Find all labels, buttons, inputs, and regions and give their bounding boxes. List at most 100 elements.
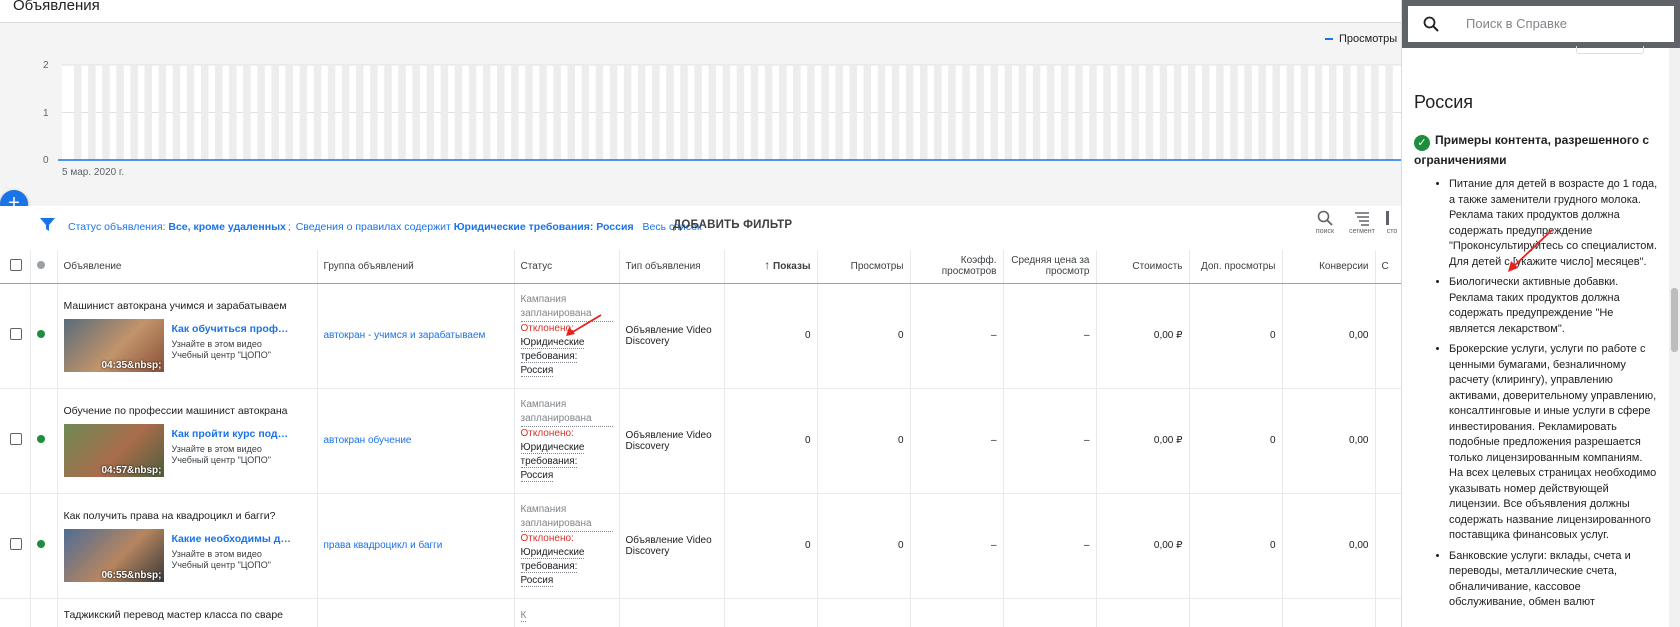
row-checkbox[interactable] <box>10 538 22 550</box>
day-column[interactable] <box>553 65 561 160</box>
day-column[interactable] <box>779 65 787 160</box>
row-checkbox[interactable] <box>10 328 22 340</box>
table-row[interactable]: Машинист автокрана учимся и зарабатываем… <box>0 283 1401 389</box>
day-column[interactable] <box>694 65 702 160</box>
day-column[interactable] <box>990 65 999 160</box>
filter-rules-value[interactable]: Юридические требования: Россия <box>454 221 634 233</box>
ad-group-link[interactable]: права квадроцикл и багги <box>324 540 443 551</box>
table-row[interactable]: Обучение по профессии машинист автокрана… <box>0 388 1401 494</box>
day-column[interactable] <box>271 65 279 160</box>
day-column[interactable] <box>74 65 82 160</box>
day-column[interactable] <box>1300 65 1309 160</box>
ad-headline-link[interactable]: Как пройти курс подготовки <box>172 428 292 440</box>
day-column[interactable] <box>948 65 956 160</box>
day-column[interactable] <box>1089 65 1097 160</box>
day-column[interactable] <box>1230 65 1238 160</box>
day-column[interactable] <box>1032 65 1041 160</box>
day-column[interactable] <box>356 65 364 160</box>
day-column[interactable] <box>1061 65 1069 160</box>
active-filters[interactable]: Статус объявления: Все, кроме удаленных;… <box>68 221 702 233</box>
day-column[interactable] <box>144 65 153 160</box>
day-column[interactable] <box>891 65 900 160</box>
day-column[interactable] <box>905 65 914 160</box>
day-column[interactable] <box>172 65 181 160</box>
filter-status-value[interactable]: Все, кроме удаленных <box>168 221 286 233</box>
day-column[interactable] <box>454 65 463 160</box>
day-column[interactable] <box>327 65 336 160</box>
day-column[interactable] <box>934 65 942 160</box>
help-search-field[interactable] <box>1408 6 1674 42</box>
day-column[interactable] <box>1357 65 1365 160</box>
day-column[interactable] <box>976 65 984 160</box>
ad-headline-link[interactable]: Как обучиться профессии <box>172 323 292 335</box>
col-header-extra-views[interactable]: Доп. просмотры <box>1189 250 1283 284</box>
video-thumbnail[interactable]: 06:55&nbsp; <box>63 528 164 582</box>
add-filter-button[interactable]: ДОБАВИТЬ ФИЛЬТР <box>673 219 792 231</box>
day-column[interactable] <box>877 65 886 160</box>
day-column[interactable] <box>186 65 195 160</box>
day-column[interactable] <box>440 65 449 160</box>
day-column[interactable] <box>793 65 801 160</box>
day-column[interactable] <box>158 65 167 160</box>
day-column[interactable] <box>1117 65 1125 160</box>
row-checkbox[interactable] <box>10 433 22 445</box>
search-tool-button[interactable]: поиск <box>1310 210 1340 235</box>
day-column[interactable] <box>299 65 308 160</box>
video-thumbnail[interactable]: 04:57&nbsp; <box>63 423 164 477</box>
day-column[interactable] <box>708 65 717 160</box>
day-column[interactable] <box>1343 65 1351 160</box>
day-column[interactable] <box>468 65 477 160</box>
col-header-views[interactable]: Просмотры <box>817 250 911 284</box>
col-header-cost[interactable]: Стоимость <box>1096 250 1190 284</box>
day-column[interactable] <box>482 65 491 160</box>
day-column[interactable] <box>511 65 519 160</box>
col-header-conversions[interactable]: Конверсии <box>1282 250 1376 284</box>
status-campaign[interactable]: К <box>520 609 527 622</box>
col-header-ad-type[interactable]: Тип объявления <box>619 250 725 284</box>
col-header-view-rate[interactable]: Коэфф. просмотров <box>910 250 1004 284</box>
day-column[interactable] <box>1018 65 1027 160</box>
day-column[interactable] <box>609 65 618 160</box>
table-row[interactable]: Таджикский перевод мастер класса по свар… <box>0 598 1401 627</box>
day-column[interactable] <box>863 65 872 160</box>
day-column[interactable] <box>849 65 858 160</box>
day-column[interactable] <box>384 65 392 160</box>
day-column[interactable] <box>750 65 759 160</box>
segment-tool-button[interactable]: сегмент <box>1347 210 1377 235</box>
day-column[interactable] <box>666 65 674 160</box>
chart-legend[interactable]: Просмотры <box>1325 33 1397 45</box>
status-reason[interactable]: Юридические требования: Россия <box>520 442 585 482</box>
day-column[interactable] <box>807 65 815 160</box>
day-column[interactable] <box>1216 65 1224 160</box>
filter-icon[interactable] <box>40 218 55 232</box>
day-column[interactable] <box>497 65 505 160</box>
day-column[interactable] <box>1244 65 1252 160</box>
day-column[interactable] <box>525 65 533 160</box>
day-column[interactable] <box>313 65 322 160</box>
col-header-ad[interactable]: Объявление <box>57 250 318 284</box>
day-column[interactable] <box>1103 65 1111 160</box>
day-column[interactable] <box>341 65 350 160</box>
col-header-status[interactable]: Статус <box>514 250 620 284</box>
day-column[interactable] <box>581 65 590 160</box>
status-reason[interactable]: Юридические требования: Россия <box>520 547 585 587</box>
day-column[interactable] <box>116 65 124 160</box>
help-search-input[interactable] <box>1464 15 1659 32</box>
ad-group-link[interactable]: автокран - учимся и зарабатываем <box>324 330 486 341</box>
day-column[interactable] <box>243 65 251 160</box>
status-reason[interactable]: Юридические требования: Россия <box>520 337 585 377</box>
day-column[interactable] <box>398 65 406 160</box>
day-column[interactable] <box>200 65 209 160</box>
day-column[interactable] <box>257 65 265 160</box>
ad-group-link[interactable]: автокран обучение <box>324 435 412 446</box>
day-column[interactable] <box>623 65 632 160</box>
col-header-truncated[interactable]: С <box>1375 250 1401 284</box>
day-column[interactable] <box>426 65 435 160</box>
status-campaign[interactable]: Кампания запланирована <box>520 398 613 427</box>
day-column[interactable] <box>1272 65 1281 160</box>
day-column[interactable] <box>962 65 970 160</box>
day-column[interactable] <box>1145 65 1154 160</box>
day-column[interactable] <box>1046 65 1055 160</box>
day-column[interactable] <box>229 65 237 160</box>
col-header-ad-group[interactable]: Группа объявлений <box>317 250 515 284</box>
